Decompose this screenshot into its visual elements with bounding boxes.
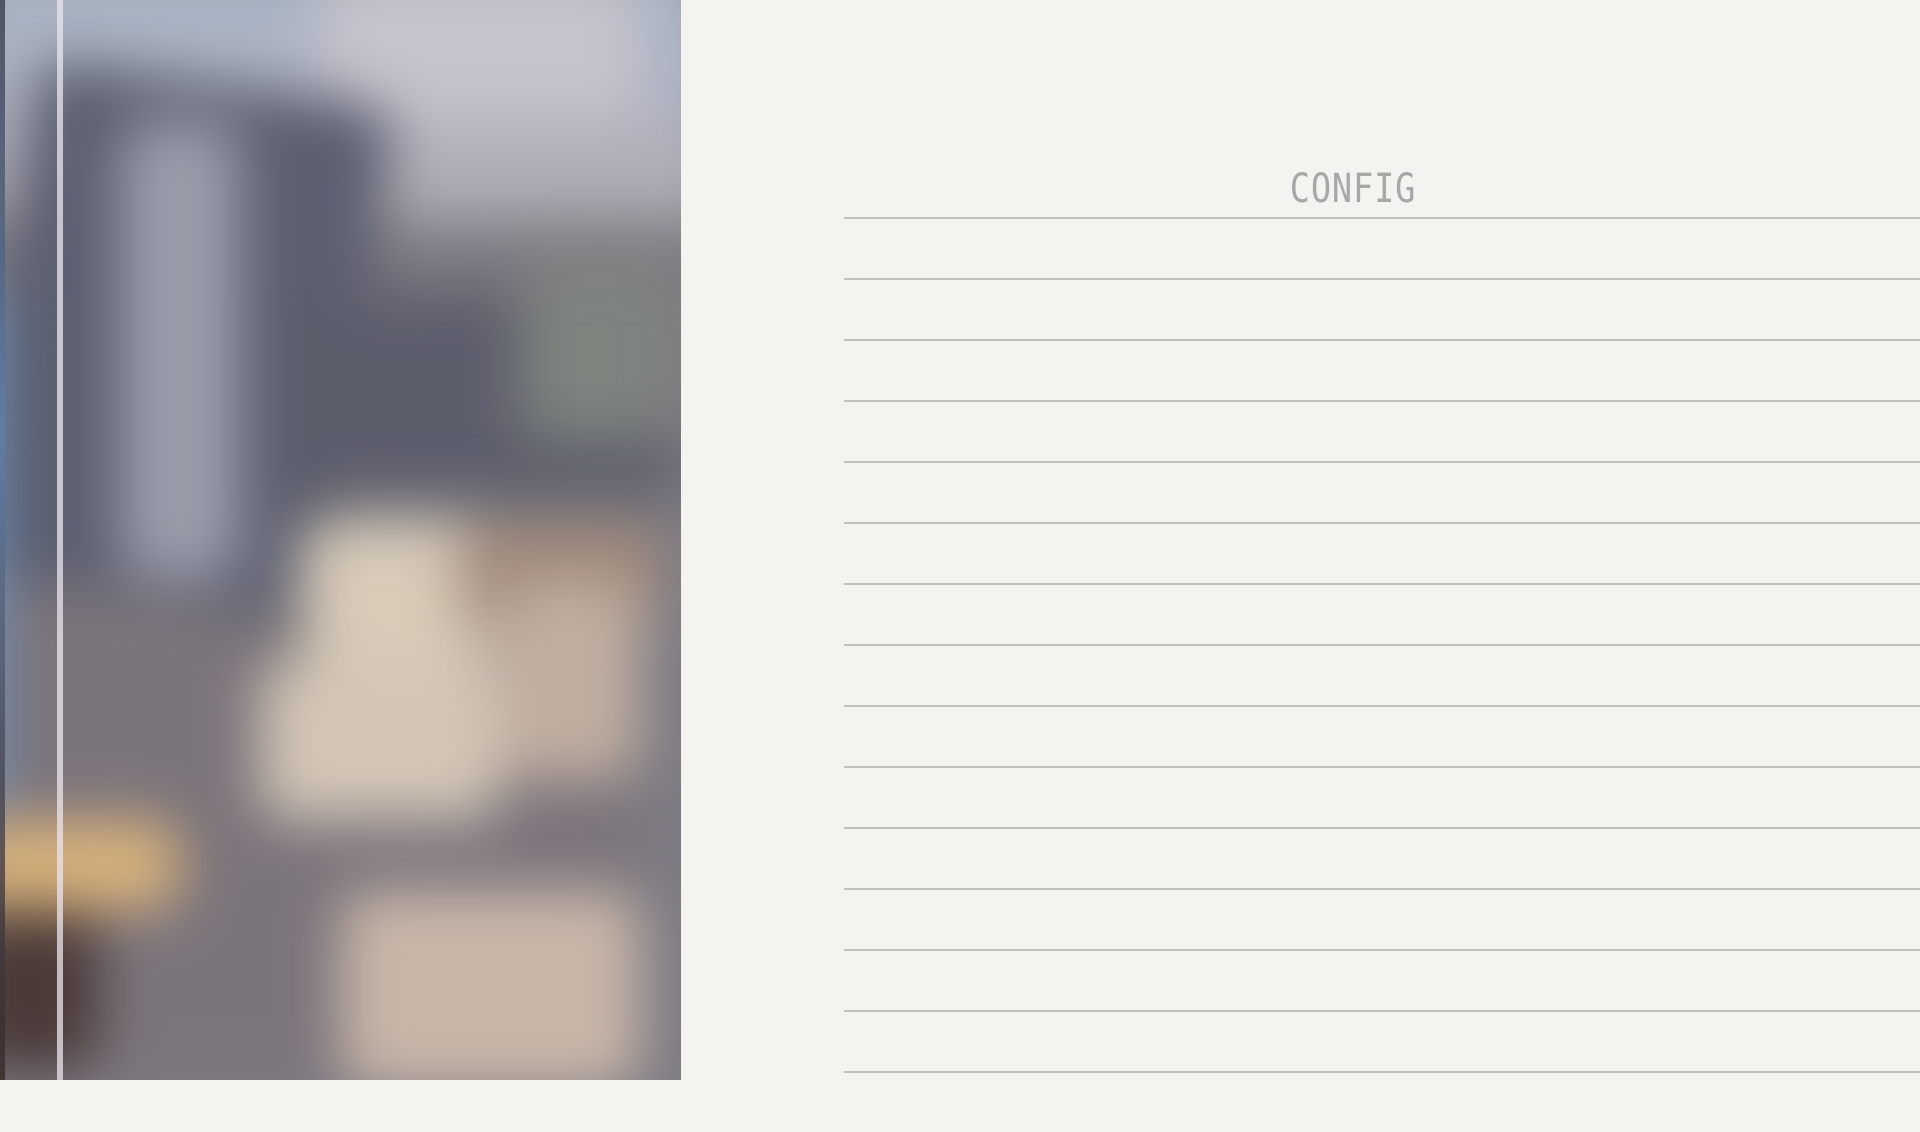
config-row-divider [844, 705, 1920, 707]
config-row-divider [844, 461, 1920, 463]
panel-vertical-divider [57, 0, 63, 1080]
background-art-panel [0, 0, 681, 1080]
config-row-divider [844, 522, 1920, 524]
config-row-divider [844, 949, 1920, 951]
config-row-divider [844, 278, 1920, 280]
config-row-divider [844, 1071, 1920, 1073]
config-row-divider [844, 339, 1920, 341]
config-row-divider [844, 888, 1920, 890]
blurred-scene-image [0, 0, 681, 1080]
config-row-divider [844, 400, 1920, 402]
config-row-divider [844, 217, 1920, 219]
config-row-divider [844, 766, 1920, 768]
config-row-divider [844, 1010, 1920, 1012]
config-row-divider [844, 644, 1920, 646]
page-title: CONFIG [1289, 166, 1417, 212]
panel-edge-divider [0, 0, 5, 1080]
config-row-divider [844, 583, 1920, 585]
config-row-divider [844, 827, 1920, 829]
config-option-list [844, 217, 1920, 1132]
